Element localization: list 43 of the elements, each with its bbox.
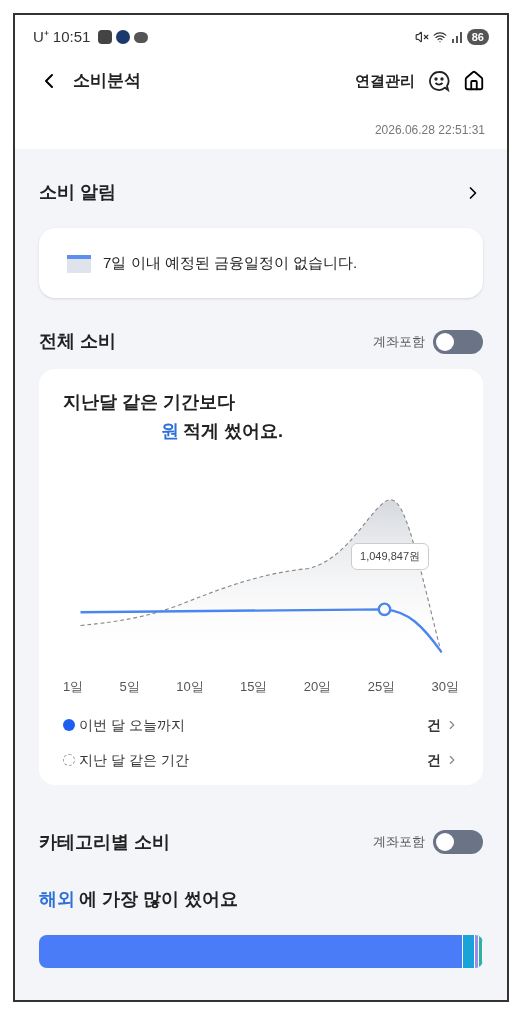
top-category: 해외	[39, 887, 75, 911]
app-notification-icon	[98, 30, 113, 44]
calendar-icon	[67, 253, 91, 273]
comparison-headline: 지난달 같은 기간보다	[63, 391, 236, 414]
toggle-label: 계좌포함	[373, 332, 425, 351]
signal-icon	[450, 31, 463, 43]
page-title: 소비분석	[73, 70, 141, 93]
wifi-icon	[432, 30, 447, 44]
section-title: 전체 소비	[39, 330, 116, 353]
category-headline: 에 가장 많이 썼어요	[79, 887, 238, 911]
axis-label: 10일	[176, 678, 204, 696]
category-segment[interactable]	[479, 934, 483, 968]
axis-label: 1일	[63, 678, 84, 696]
amount-tooltip: 1,049,847원	[351, 543, 429, 570]
axis-label: 5일	[119, 678, 140, 696]
difference-amount: 원	[161, 420, 179, 443]
category-segment[interactable]	[475, 934, 479, 968]
axis-label: 25일	[367, 678, 396, 696]
comparison-headline: 적게 썼어요.	[183, 420, 283, 443]
section-title: 소비 알림	[39, 181, 116, 204]
battery-level: 86	[466, 28, 489, 46]
alert-message: 7일 이내 예정된 금융일정이 없습니다.	[103, 252, 358, 273]
home-button[interactable]	[463, 70, 485, 92]
section-title: 카테고리별 소비	[39, 830, 170, 854]
smiley-chat-icon[interactable]	[427, 69, 451, 93]
axis-label: 30일	[431, 678, 459, 696]
carrier-label: U⁺	[33, 26, 49, 47]
connection-management-link[interactable]: 연결관리	[355, 69, 415, 93]
toggle-switch[interactable]	[433, 329, 483, 354]
category-segment[interactable]	[463, 934, 475, 968]
app-notification-icon	[116, 30, 131, 44]
mute-icon	[414, 30, 429, 44]
toggle-label: 계좌포함	[373, 833, 425, 852]
clock-time: 10:51	[52, 26, 91, 47]
legend-label: 이번 달 오늘까지	[79, 715, 185, 735]
chat-bubble-icon	[134, 31, 149, 43]
toggle-switch[interactable]	[433, 830, 483, 854]
axis-label: 15일	[240, 678, 268, 696]
transaction-count[interactable]: 건	[427, 714, 441, 736]
update-timestamp: 2026.06.28 22:51:31	[374, 122, 485, 139]
legend-label: 지난 달 같은 기간	[79, 750, 189, 770]
axis-label: 20일	[303, 678, 332, 696]
transaction-count[interactable]: 건	[427, 749, 441, 771]
